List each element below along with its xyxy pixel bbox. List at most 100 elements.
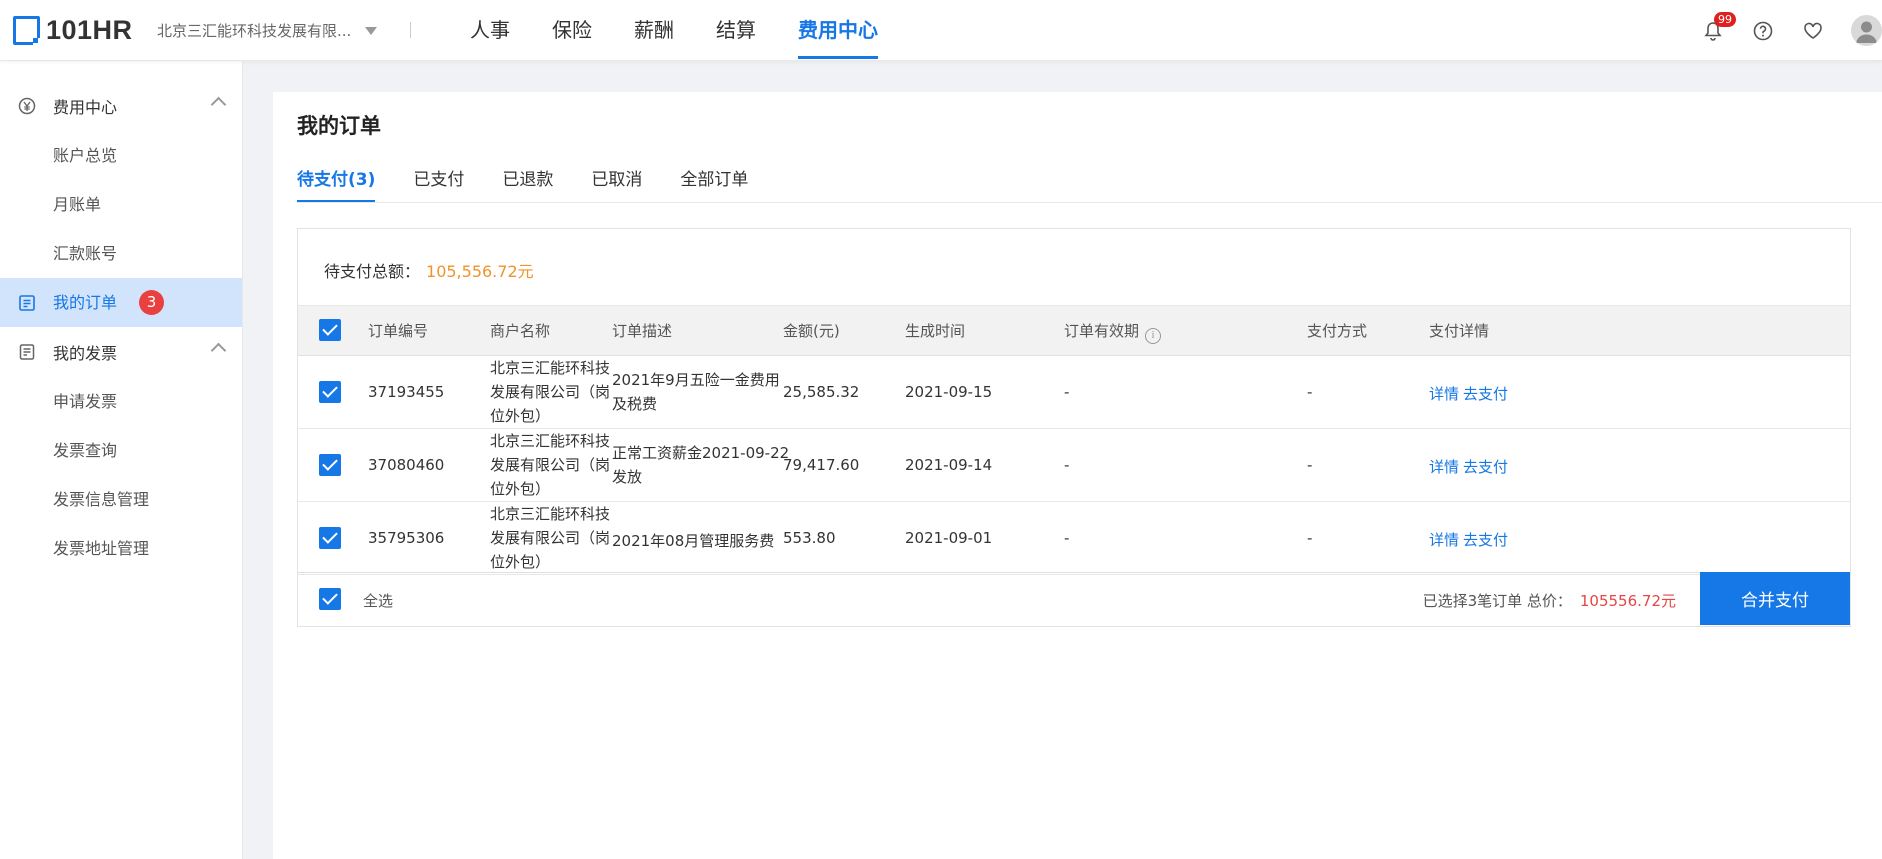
sidebar-group-invoice[interactable]: 我的发票 — [0, 327, 242, 377]
heart-icon[interactable] — [1801, 19, 1825, 43]
pay-method: - — [1307, 383, 1313, 401]
merchant-name: 北京三汇能环科技发展有限公司（岗位外包） — [490, 432, 611, 498]
header-checkbox[interactable] — [319, 319, 341, 341]
pay-method: - — [1307, 529, 1313, 547]
logo[interactable]: 101HR — [13, 15, 133, 46]
row-actions: 详情 去支付 — [1429, 529, 1512, 550]
detail-link[interactable]: 详情 — [1429, 385, 1459, 403]
row-checkbox[interactable] — [319, 527, 341, 549]
sidebar-item-my-orders[interactable]: 我的订单 3 — [0, 278, 242, 327]
company-selector[interactable]: 北京三汇能环科技发展有限... — [157, 20, 378, 41]
column-header: 支付方式 — [1307, 322, 1368, 340]
created-date: 2021-09-15 — [905, 383, 993, 401]
sidebar-item-monthly-bill[interactable]: 月账单 — [0, 180, 242, 229]
column-header: 订单编号 — [368, 322, 429, 340]
nav-item-insurance[interactable]: 保险 — [552, 0, 592, 61]
tab-refunded[interactable]: 已退款 — [502, 156, 553, 202]
logo-text: 101HR — [46, 15, 133, 45]
order-tabs: 待支付(3) 已支付 已退款 已取消 全部订单 — [297, 156, 786, 203]
column-header-label: 订单有效期 — [1064, 322, 1140, 340]
tabs-divider — [297, 202, 1882, 203]
nav-item-fee-center[interactable]: 费用中心 — [798, 0, 878, 61]
tab-cancelled[interactable]: 已取消 — [591, 156, 642, 202]
tab-paid[interactable]: 已支付 — [413, 156, 464, 202]
validity: - — [1064, 456, 1070, 474]
pay-link[interactable]: 去支付 — [1463, 385, 1508, 403]
row-checkbox[interactable] — [319, 454, 341, 476]
select-all-checkbox[interactable] — [319, 588, 341, 610]
invoice-icon — [18, 343, 36, 361]
table-footer: 全选 已选择3笔订单 总价： 105556.72元 合并支付 — [298, 572, 1850, 626]
selection-summary: 已选择3笔订单 总价： 105556.72元 — [1423, 590, 1676, 611]
row-actions: 详情 去支付 — [1429, 383, 1512, 404]
pay-link[interactable]: 去支付 — [1463, 531, 1508, 549]
column-header: 商户名称 — [490, 322, 551, 340]
order-id: 37080460 — [368, 456, 445, 474]
total-amount: 105,556.72元 — [426, 262, 534, 281]
table-row: 35795306 北京三汇能环科技发展有限公司（岗位外包） 2021年08月管理… — [298, 502, 1850, 575]
detail-link[interactable]: 详情 — [1429, 458, 1459, 476]
row-checkbox[interactable] — [319, 381, 341, 403]
sidebar: 费用中心 账户总览 月账单 汇款账号 我的订单 3 我的发票 申请发票 发票查询… — [0, 61, 243, 859]
chevron-up-icon — [210, 342, 227, 359]
pay-link[interactable]: 去支付 — [1463, 458, 1508, 476]
sidebar-item-invoice-info[interactable]: 发票信息管理 — [0, 475, 242, 524]
sidebar-group-label: 我的发票 — [53, 344, 118, 363]
merchant-name: 北京三汇能环科技发展有限公司（岗位外包） — [490, 505, 611, 571]
created-date: 2021-09-14 — [905, 456, 993, 474]
top-bar: 101HR 北京三汇能环科技发展有限... 人事 保险 薪酬 结算 费用中心 9… — [0, 0, 1882, 61]
order-count-badge: 3 — [139, 290, 165, 315]
pending-total: 待支付总额： 105,556.72元 — [324, 258, 534, 282]
orders-panel: 待支付总额： 105,556.72元 订单编号 商户名称 订单描述 金额(元) 生… — [297, 228, 1851, 627]
column-header: 支付详情 — [1429, 322, 1490, 340]
order-amount: 79,417.60 — [783, 456, 860, 474]
avatar[interactable] — [1851, 15, 1882, 46]
info-icon[interactable]: i — [1145, 328, 1162, 344]
sidebar-item-invoice-address[interactable]: 发票地址管理 — [0, 524, 242, 573]
sidebar-item-account-overview[interactable]: 账户总览 — [0, 131, 242, 180]
tab-pending[interactable]: 待支付(3) — [297, 156, 376, 203]
sidebar-item-remit-account[interactable]: 汇款账号 — [0, 229, 242, 278]
order-desc: 正常工资薪金2021-09-22发放 — [612, 444, 790, 486]
sidebar-group-fee-center[interactable]: 费用中心 — [0, 81, 242, 131]
validity: - — [1064, 383, 1070, 401]
order-icon — [18, 294, 36, 312]
table-row: 37193455 北京三汇能环科技发展有限公司（岗位外包） 2021年9月五险一… — [298, 356, 1850, 429]
help-icon[interactable] — [1751, 19, 1775, 43]
summary-label: 已选择3笔订单 总价： — [1422, 592, 1572, 610]
column-header-validity: 订单有效期 i — [1064, 306, 1162, 356]
nav-item-hr[interactable]: 人事 — [470, 0, 510, 61]
sidebar-item-apply-invoice[interactable]: 申请发票 — [0, 377, 242, 426]
total-label: 待支付总额： — [324, 262, 421, 281]
sidebar-group-label: 费用中心 — [53, 98, 118, 117]
select-all-label[interactable]: 全选 — [363, 590, 393, 611]
nav-item-settlement[interactable]: 结算 — [716, 0, 756, 61]
order-id: 37193455 — [368, 383, 445, 401]
main-content: 我的订单 待支付(3) 已支付 已退款 已取消 全部订单 待支付总额： 105,5… — [273, 92, 1882, 859]
page-title: 我的订单 — [297, 114, 381, 138]
nav-item-salary[interactable]: 薪酬 — [634, 0, 674, 61]
column-header: 金额(元) — [783, 322, 840, 340]
merchant-name: 北京三汇能环科技发展有限公司（岗位外包） — [490, 359, 611, 425]
merge-pay-button[interactable]: 合并支付 — [1700, 572, 1850, 625]
logo-mark-icon — [13, 16, 40, 45]
row-actions: 详情 去支付 — [1429, 456, 1512, 477]
detail-link[interactable]: 详情 — [1429, 531, 1459, 549]
order-id: 35795306 — [368, 529, 445, 547]
order-desc: 2021年08月管理服务费 — [612, 532, 775, 550]
bell-icon[interactable]: 99 — [1701, 11, 1736, 43]
validity: - — [1064, 529, 1070, 547]
sidebar-item-invoice-query[interactable]: 发票查询 — [0, 426, 242, 475]
column-header: 生成时间 — [905, 322, 966, 340]
created-date: 2021-09-01 — [905, 529, 993, 547]
column-header: 订单描述 — [612, 322, 673, 340]
top-icons: 99 — [1701, 0, 1882, 61]
caret-down-icon — [365, 26, 378, 35]
chevron-up-icon — [210, 96, 227, 113]
tab-all-orders[interactable]: 全部订单 — [680, 156, 748, 202]
header-divider — [410, 22, 411, 38]
table-header: 订单编号 商户名称 订单描述 金额(元) 生成时间 订单有效期 i 支付方式 支付… — [298, 305, 1850, 356]
main-nav: 人事 保险 薪酬 结算 费用中心 — [470, 0, 920, 61]
pay-method: - — [1307, 456, 1313, 474]
order-amount: 25,585.32 — [783, 383, 860, 401]
